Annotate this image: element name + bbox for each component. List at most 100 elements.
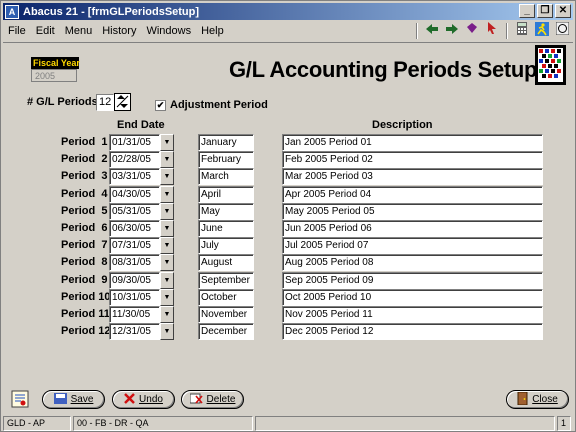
adjustment-period-checkbox[interactable]: ✔ (155, 99, 166, 111)
date-dropdown-button[interactable]: ▼ (160, 254, 174, 272)
end-date-field[interactable]: 05/31/05 (109, 202, 160, 220)
end-date-header: End Date (117, 119, 165, 131)
period-row: Period 1 01/31/05 ▼ January Jan 2005 Period … (3, 134, 573, 151)
period-row: Period 5 05/31/05 ▼ May May 2005 Period 05 (3, 202, 573, 220)
menu-menu[interactable]: Menu (60, 22, 98, 40)
description-field[interactable]: May 2005 Period 05 (282, 202, 543, 220)
period-label: Period 1 (61, 136, 108, 148)
description-field[interactable]: Feb 2005 Period 02 (282, 151, 543, 169)
close-window-button[interactable]: ✕ (555, 4, 571, 18)
description-field[interactable]: Oct 2005 Period 10 (282, 288, 543, 306)
delete-label: Delete (206, 394, 236, 405)
fiscal-year-label: Fiscal Year (31, 57, 80, 69)
date-dropdown-button[interactable]: ▼ (160, 202, 174, 220)
date-dropdown-button[interactable]: ▼ (160, 271, 174, 289)
menu-help[interactable]: Help (196, 22, 229, 40)
minimize-button[interactable]: _ (519, 4, 535, 18)
end-date-field[interactable]: 04/30/05 (109, 185, 160, 203)
pointer-icon[interactable] (483, 22, 501, 40)
period-label: Period 9 (61, 273, 108, 286)
description-field[interactable]: Nov 2005 Period 11 (282, 306, 543, 323)
undo-button[interactable]: Undo (112, 390, 175, 409)
month-field: February (198, 151, 254, 169)
period-row: Period 4 04/30/05 ▼ April Apr 2005 Period 04 (3, 185, 573, 203)
end-date-field[interactable]: 11/30/05 (109, 306, 160, 323)
description-field[interactable]: Jan 2005 Period 01 (282, 134, 543, 151)
period-row: Period 11 11/30/05 ▼ November Nov 2005 Perio… (3, 306, 573, 323)
calculator-icon[interactable] (513, 22, 531, 40)
save-button[interactable]: Save (42, 390, 105, 409)
date-dropdown-button[interactable]: ▼ (160, 306, 174, 323)
toolbar-separator (506, 23, 508, 39)
period-row: Period 2 02/28/05 ▼ February Feb 2005 Period… (3, 151, 573, 169)
period-label: Period 7 (61, 239, 108, 252)
month-field: April (198, 185, 254, 203)
close-button[interactable]: Close (506, 390, 569, 409)
arrow-left-icon[interactable] (423, 22, 441, 40)
end-date-field[interactable]: 03/31/05 (109, 168, 160, 186)
period-label: Period 6 (61, 222, 108, 234)
end-date-field[interactable]: 10/31/05 (109, 288, 160, 306)
menu-windows[interactable]: Windows (141, 22, 196, 40)
gem-icon[interactable] (463, 22, 481, 40)
date-dropdown-button[interactable]: ▼ (160, 134, 174, 151)
period-row: Period 8 08/31/05 ▼ August Aug 2005 Period 0… (3, 254, 573, 272)
period-row: Period 3 03/31/05 ▼ March Mar 2005 Period 03 (3, 168, 573, 186)
end-date-field[interactable]: 12/31/05 (109, 323, 160, 341)
help-icon[interactable] (553, 21, 571, 40)
status-bar: GLD - AP 00 - FB - DR - QA 1 (3, 416, 573, 431)
save-icon (53, 392, 67, 407)
status-company: 00 - FB - DR - QA (73, 416, 253, 431)
fiscal-year-box: Fiscal Year 2005 (31, 57, 80, 82)
restore-button[interactable]: ❐ (537, 4, 553, 18)
report-icon[interactable] (11, 390, 29, 408)
month-field: September (198, 271, 254, 289)
date-dropdown-button[interactable]: ▼ (160, 237, 174, 255)
date-dropdown-button[interactable]: ▼ (160, 151, 174, 169)
date-dropdown-button[interactable]: ▼ (160, 168, 174, 186)
num-periods-label: # G/L Periods (27, 96, 98, 108)
run-icon[interactable] (533, 22, 551, 40)
delete-button[interactable]: Delete (181, 390, 244, 409)
period-row: Period 9 09/30/05 ▼ September Sep 2005 Perio… (3, 271, 573, 289)
month-field: November (198, 306, 254, 323)
status-message (255, 416, 555, 431)
menu-edit[interactable]: Edit (31, 22, 60, 40)
num-periods-field[interactable]: 12 (96, 94, 114, 111)
arrow-right-icon[interactable] (443, 22, 461, 40)
door-icon (517, 391, 528, 408)
description-field[interactable]: Mar 2005 Period 03 (282, 168, 543, 186)
end-date-field[interactable]: 01/31/05 (109, 134, 160, 151)
page-title: G/L Accounting Periods Setup (229, 57, 538, 82)
undo-x-icon (124, 392, 135, 407)
date-dropdown-button[interactable]: ▼ (160, 185, 174, 203)
date-dropdown-button[interactable]: ▼ (160, 220, 174, 237)
period-label: Period 2 (61, 153, 108, 166)
close-label: Close (532, 394, 558, 405)
period-label: Period 3 (61, 170, 108, 183)
month-field: May (198, 202, 254, 220)
adjustment-period-option[interactable]: ✔ Adjustment Period (155, 99, 268, 111)
status-count: 1 (557, 416, 571, 431)
description-field[interactable]: Aug 2005 Period 08 (282, 254, 543, 272)
menu-history[interactable]: History (97, 22, 141, 40)
end-date-field[interactable]: 07/31/05 (109, 237, 160, 255)
date-dropdown-button[interactable]: ▼ (160, 288, 174, 306)
end-date-field[interactable]: 02/28/05 (109, 151, 160, 169)
description-field[interactable]: Jul 2005 Period 07 (282, 237, 543, 255)
description-field[interactable]: Dec 2005 Period 12 (282, 323, 543, 341)
menu-file[interactable]: File (3, 22, 31, 40)
period-row: Period 10 10/31/05 ▼ October Oct 2005 Period… (3, 288, 573, 306)
description-field[interactable]: Sep 2005 Period 09 (282, 271, 543, 289)
month-field: January (198, 134, 254, 151)
num-periods-spin-button[interactable] (114, 93, 131, 111)
description-field[interactable]: Jun 2005 Period 06 (282, 220, 543, 237)
end-date-field[interactable]: 06/30/05 (109, 220, 160, 237)
period-row: Period 12 12/31/05 ▼ December Dec 2005 Perio… (3, 323, 573, 341)
undo-label: Undo (139, 394, 163, 405)
description-field[interactable]: Apr 2005 Period 04 (282, 185, 543, 203)
end-date-field[interactable]: 08/31/05 (109, 254, 160, 272)
title-bar: A Abacus 21 - [frmGLPeriodsSetup] _ ❐ ✕ (3, 3, 573, 20)
end-date-field[interactable]: 09/30/05 (109, 271, 160, 289)
date-dropdown-button[interactable]: ▼ (160, 323, 174, 341)
